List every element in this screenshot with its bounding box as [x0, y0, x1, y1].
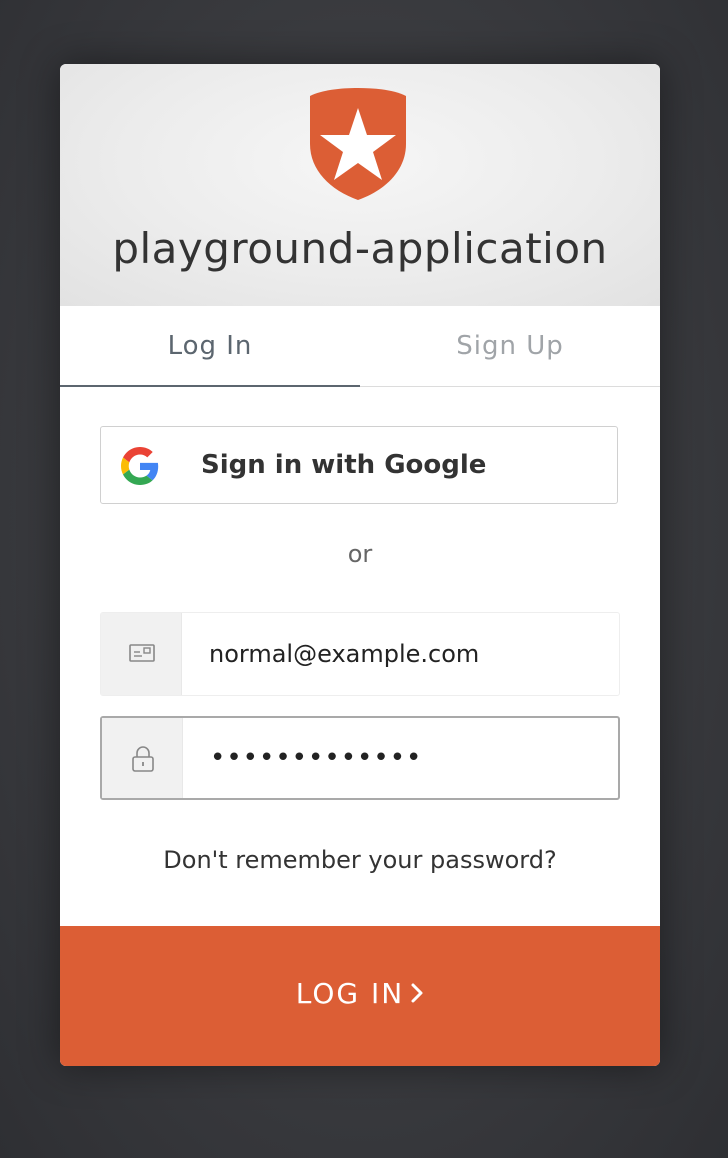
google-sign-in-label: Sign in with Google [201, 450, 487, 480]
google-sign-in-button[interactable]: Sign in with Google [100, 426, 618, 504]
email-field [100, 612, 620, 696]
auth0-logo-icon [310, 88, 406, 200]
password-input[interactable] [210, 718, 600, 798]
password-icon-box [102, 718, 183, 798]
login-card: playground-application Log In Sign Up Si… [60, 64, 660, 1066]
email-icon-box [101, 613, 182, 695]
tab-sign-up[interactable]: Sign Up [360, 306, 660, 386]
card-header: playground-application [60, 64, 660, 306]
tab-log-in[interactable]: Log In [60, 306, 360, 387]
forgot-password-link[interactable]: Don't remember your password? [60, 846, 660, 874]
email-input[interactable] [209, 613, 599, 695]
log-in-button[interactable]: LOG IN [60, 926, 660, 1066]
app-title: playground-application [112, 224, 608, 273]
lock-icon [132, 746, 154, 772]
log-in-button-label-row: LOG IN [60, 926, 660, 1062]
log-in-button-label: LOG IN [295, 977, 405, 1010]
password-field [100, 716, 620, 800]
auth-tabs: Log In Sign Up [60, 306, 660, 387]
google-g-icon [121, 447, 159, 485]
or-divider: or [347, 540, 373, 568]
email-icon [129, 644, 155, 662]
chevron-right-icon [411, 983, 423, 1003]
